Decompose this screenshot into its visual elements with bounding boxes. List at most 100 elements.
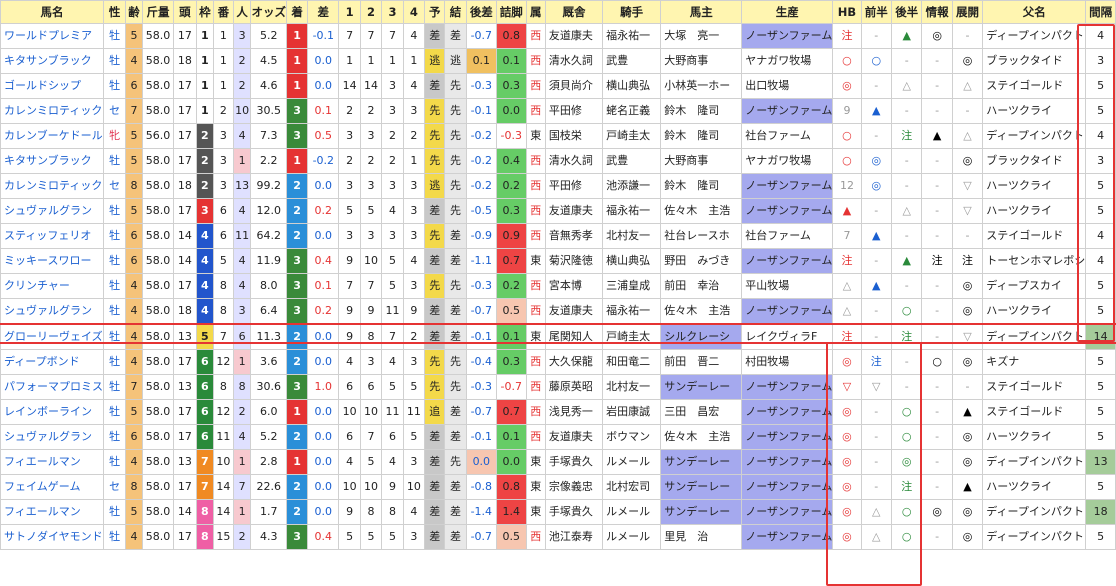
table-row[interactable]: パフォーマプロミス牡 7 58.0 13 6 8 8 30.6 3 1.0 6 6 5 5 先先 -0.3 -0… (0, 374, 1116, 400)
cell-horse[interactable]: カレンミロティック (0, 173, 104, 199)
cell-horse[interactable]: パフォーマプロミス (0, 374, 104, 400)
cell-kin: 58.0 (141, 349, 175, 375)
cell-nin: 6 (232, 323, 252, 350)
column-header[interactable]: 厩舎 (544, 0, 604, 24)
cell-yo: 逃 (424, 48, 446, 74)
cell-horse[interactable]: キタサンブラック (0, 148, 104, 174)
cell-horse[interactable]: スティッフェリオ (0, 223, 104, 249)
cell-seisan: ノーザンファーム (741, 424, 834, 450)
cell-horse[interactable]: フィエールマン (0, 499, 104, 525)
cell-horse[interactable]: グローリーヴェイズ (0, 323, 104, 350)
cell-horse[interactable]: ワールドプレミア (0, 23, 104, 49)
cell-horse[interactable]: カレンブーケドール (0, 123, 104, 149)
column-header[interactable]: 人 (232, 0, 252, 24)
table-row[interactable]: シュヴァルグラン牡 4 58.0 18 4 8 3 6.4 3 0.2 9 9 11 9 差差 -0.7 0.5… (0, 298, 1116, 325)
column-header[interactable]: 4 (402, 0, 426, 24)
table-row[interactable]: フィエールマン牡 5 58.0 14 8 14 1 1.7 2 0.0 9 8 8 4 差差 -1.4 1.4 東… (0, 499, 1116, 525)
table-row[interactable]: レインボーライン牡 5 58.0 17 6 12 2 6.0 1 0.0 10 10 11 11 追差 -0.… (0, 399, 1116, 425)
table-row[interactable]: ワールドプレミア牡 5 58.0 17 1 1 3 5.2 1 -0.1 7 7 7 4 差差 -0.7 0.8… (0, 23, 1116, 49)
cell-horse[interactable]: シュヴァルグラン (0, 424, 104, 450)
column-header[interactable]: 1 (338, 0, 361, 24)
cell-horse[interactable]: シュヴァルグラン (0, 298, 104, 325)
cell-chichi: ハーツクライ (982, 173, 1087, 199)
cell-gosa: -0.3 (465, 374, 498, 400)
table-row[interactable]: キタサンブラック牡 5 58.0 17 2 3 1 2.2 1 -0.2 2 2 2 1 先先 -0.2 0.4… (0, 148, 1116, 174)
cell-gosa: -0.1 (465, 98, 498, 124)
column-header[interactable]: 予 (424, 0, 446, 24)
table-row[interactable]: カレンミロティックセ 7 58.0 17 1 2 10 30.5 3 0.1 2 2 3 3 先先 -0.1 0… (0, 98, 1116, 124)
cell-kin: 58.0 (141, 399, 175, 425)
cell-kishu: 蛯名正義 (602, 98, 662, 124)
column-header[interactable]: HB (832, 0, 862, 24)
cell-c4: 3 (402, 449, 426, 475)
column-header[interactable]: オッズ (250, 0, 287, 24)
table-row[interactable]: フェイムゲームセ 8 58.0 17 7 14 7 22.6 2 0.0 10 10 9 10 差差 -0.8… (0, 474, 1116, 500)
cell-c1: 9 (338, 248, 361, 274)
column-header[interactable]: 差 (307, 0, 340, 24)
column-header[interactable]: 斤量 (141, 0, 175, 24)
cell-to: 14 (173, 248, 197, 274)
cell-horse[interactable]: クリンチャー (0, 273, 104, 299)
table-row[interactable]: シュヴァルグラン牡 6 58.0 17 6 11 4 5.2 2 0.0 6 7 6 5 差差 -0.1 0.1… (0, 424, 1116, 450)
column-header[interactable]: 展開 (951, 0, 984, 24)
cell-horse[interactable]: フィエールマン (0, 449, 104, 475)
cell-horse[interactable]: ミッキースワロー (0, 248, 104, 274)
table-row[interactable]: シュヴァルグラン牡 5 58.0 17 3 6 4 12.0 2 0.2 5 5 4 3 差先 -0.5 0.3… (0, 198, 1116, 224)
column-header[interactable]: 3 (381, 0, 404, 24)
table-row[interactable]: スティッフェリオ牡 6 58.0 14 4 6 11 64.2 2 0.0 3 3 3 3 先差 -0.9 0.… (0, 223, 1116, 249)
table-row[interactable]: カレンミロティックセ 8 58.0 18 2 3 13 99.2 2 0.0 3 3 3 3 逃先 -0.2 0… (0, 173, 1116, 199)
cell-banushi: 佐々木 主浩 (660, 424, 743, 450)
column-header[interactable]: 頭 (173, 0, 197, 24)
cell-ban: 10 (213, 449, 234, 475)
column-header[interactable]: 後半 (890, 0, 923, 24)
cell-kyusha: 友道康夫 (544, 198, 604, 224)
column-header[interactable]: 馬主 (660, 0, 743, 24)
cell-sa: 0.0 (307, 323, 340, 350)
column-header[interactable]: 枠 (195, 0, 215, 24)
table-row[interactable]: カレンブーケドール牝 5 56.0 17 2 3 4 7.3 3 0.5 3 3 2 2 先先 -0.2 -0.… (0, 123, 1116, 149)
column-header[interactable]: 詰脚 (496, 0, 527, 24)
cell-kishu: ルメール (602, 524, 662, 550)
column-header[interactable]: 2 (359, 0, 383, 24)
cell-c2: 5 (359, 524, 383, 550)
column-header[interactable]: 番 (213, 0, 234, 24)
table-row[interactable]: フィエールマン牡 4 58.0 13 7 10 1 2.8 1 0.0 4 5 4 3 差先 0.0 0.0 東手… (0, 449, 1116, 475)
column-header[interactable]: 間隔 (1085, 0, 1116, 24)
cell-chichi: ステイゴールド (982, 399, 1087, 425)
cell-c3: 3 (381, 223, 404, 249)
cell-zen: ▲ (860, 98, 892, 124)
column-header[interactable]: 情報 (921, 0, 953, 24)
column-header[interactable]: 生産 (741, 0, 834, 24)
cell-horse[interactable]: フェイムゲーム (0, 474, 104, 500)
cell-horse[interactable]: シュヴァルグラン (0, 198, 104, 224)
column-header[interactable]: 属 (525, 0, 546, 24)
cell-horse[interactable]: キタサンブラック (0, 48, 104, 74)
column-header[interactable]: 馬名 (0, 0, 104, 24)
column-header[interactable]: 齢 (125, 0, 143, 24)
cell-horse[interactable]: サトノダイヤモンド (0, 524, 104, 550)
column-header[interactable]: 父名 (982, 0, 1087, 24)
cell-horse[interactable]: レインボーライン (0, 399, 104, 425)
cell-waku: 4 (195, 248, 215, 274)
table-row[interactable]: ディープボンド牡 4 58.0 17 6 12 1 3.6 2 0.0 4 3 4 3 先先 -0.4 0.3 西… (0, 349, 1116, 375)
cell-ketsu: 差 (444, 424, 467, 450)
column-header[interactable]: 前半 (860, 0, 892, 24)
cell-horse[interactable]: ゴールドシップ (0, 73, 104, 99)
column-header[interactable]: 性 (102, 0, 127, 24)
cell-ban: 14 (213, 499, 234, 525)
table-row[interactable]: グローリーヴェイズ牡 4 58.0 13 5 7 6 11.3 2 0.0 9 8 7 2 差差 -0.1 0.… (0, 323, 1116, 350)
table-row[interactable]: キタサンブラック牡 4 58.0 18 1 1 2 4.5 1 0.0 1 1 1 1 逃逃 0.1 0.1 西清… (0, 48, 1116, 74)
column-header[interactable]: 後差 (465, 0, 498, 24)
cell-horse[interactable]: カレンミロティック (0, 98, 104, 124)
column-header[interactable]: 結 (444, 0, 467, 24)
cell-jouhou: ◎ (921, 23, 953, 49)
table-row[interactable]: サトノダイヤモンド牡 4 58.0 17 8 15 2 4.3 3 0.4 5 5 5 3 差差 -0.7 0.… (0, 524, 1116, 550)
table-row[interactable]: クリンチャー牡 4 58.0 17 4 8 4 8.0 3 0.1 7 7 5 3 先先 -0.3 0.2 西宮本… (0, 273, 1116, 299)
cell-sa: 0.2 (307, 198, 340, 224)
cell-horse[interactable]: ディープボンド (0, 349, 104, 375)
table-row[interactable]: ミッキースワロー牡 6 58.0 14 4 5 4 11.9 3 0.4 9 10 5 4 差差 -1.1 0.… (0, 248, 1116, 274)
table-row[interactable]: ゴールドシップ牡 6 58.0 17 1 1 2 4.6 1 0.0 14 14 3 4 差先 -0.3 0.3… (0, 73, 1116, 99)
column-header[interactable]: 騎手 (602, 0, 662, 24)
cell-chichi: トーセンホマレボシ (982, 248, 1087, 274)
column-header[interactable]: 着 (285, 0, 309, 24)
